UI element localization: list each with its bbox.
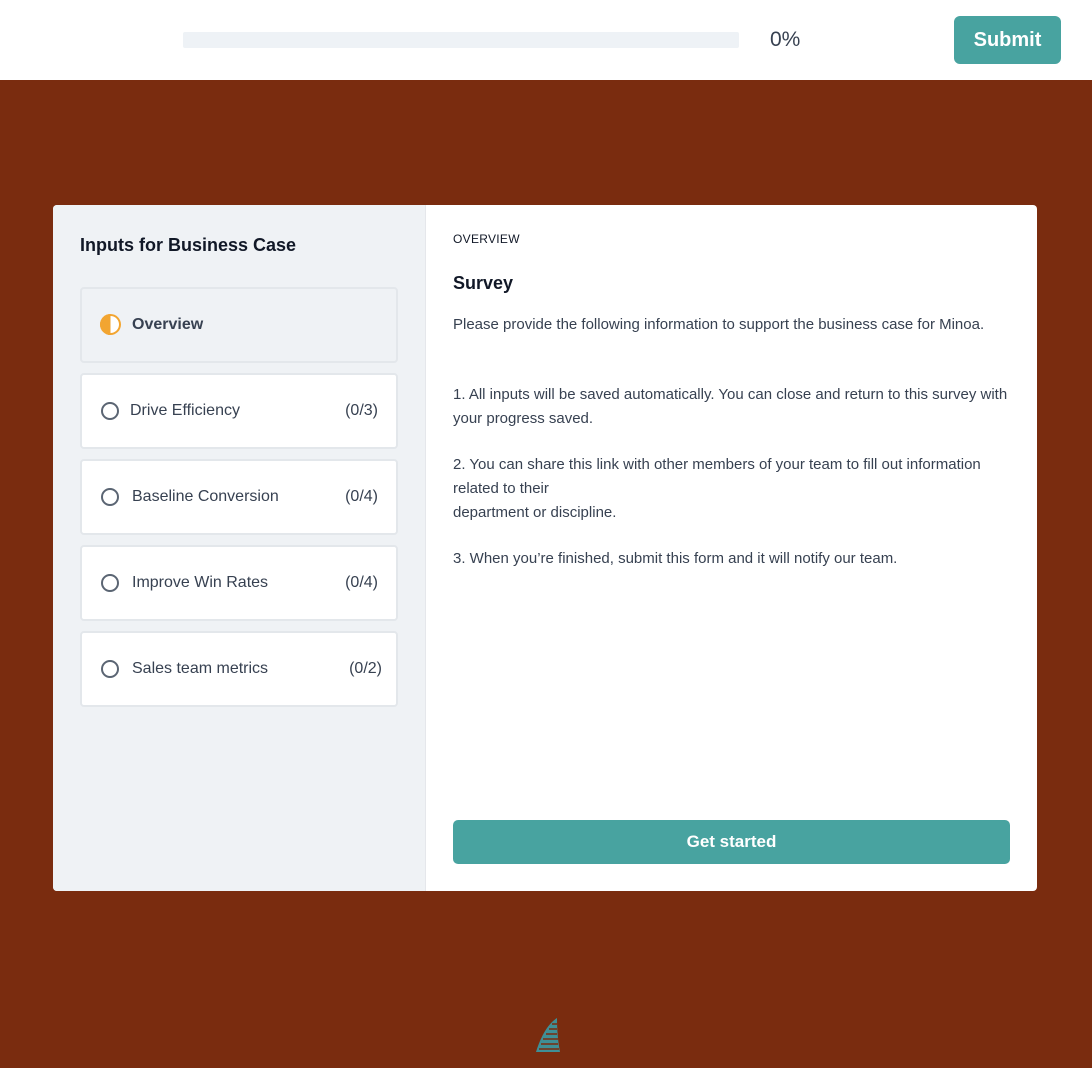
sidebar-item-improve-win-rates[interactable]: Improve Win Rates (0/4) [80,545,398,621]
empty-circle-icon [101,488,119,506]
sidebar-item-overview[interactable]: Overview [80,287,398,363]
top-bar: 0% Submit [0,0,1092,80]
section-label: OVERVIEW [453,232,520,246]
sidebar-item-label: Improve Win Rates [132,574,269,591]
sidebar-item-count: (0/3) [345,402,378,419]
half-circle-icon [100,314,121,335]
sidebar-item-count: (0/2) [349,660,382,677]
progress-bar [183,32,739,48]
sidebar-item-count: (0/4) [345,488,378,505]
submit-button[interactable]: Submit [954,16,1061,64]
get-started-button[interactable]: Get started [453,820,1010,864]
sidebar-item-label: Overview [132,316,204,333]
minoa-logo-icon [536,1018,560,1052]
instruction-2: 2. You can share this link with other me… [453,453,1010,525]
sidebar-item-sales-team-metrics[interactable]: Sales team metrics (0/2) [80,631,398,707]
sidebar-item-drive-efficiency[interactable]: Drive Efficiency (0/3) [80,373,398,449]
instruction-2-line-1: 2. You can share this link with other me… [453,456,981,497]
sidebar-item-label: Baseline Conversion [132,488,279,505]
progress-percentage: 0% [770,28,801,51]
instruction-1: 1. All inputs will be saved automaticall… [453,386,1008,427]
sidebar-item-label: Sales team metrics [132,660,269,677]
empty-circle-icon [101,660,119,678]
sidebar-item-count: (0/4) [345,574,378,591]
sidebar-title: Inputs for Business Case [80,235,297,255]
instruction-3: 3. When you’re finished, submit this for… [453,550,898,567]
empty-circle-icon [101,402,119,420]
sidebar-item-label: Drive Efficiency [130,402,240,419]
empty-circle-icon [101,574,119,592]
instruction-2-line-2: department or discipline. [453,504,617,521]
survey-card: Inputs for Business Case Overview Drive … [53,205,1037,891]
sidebar-item-baseline-conversion[interactable]: Baseline Conversion (0/4) [80,459,398,535]
intro-text: Please provide the following information… [453,316,985,333]
page-title: Survey [453,273,514,293]
sidebar: Inputs for Business Case Overview Drive … [53,205,426,891]
